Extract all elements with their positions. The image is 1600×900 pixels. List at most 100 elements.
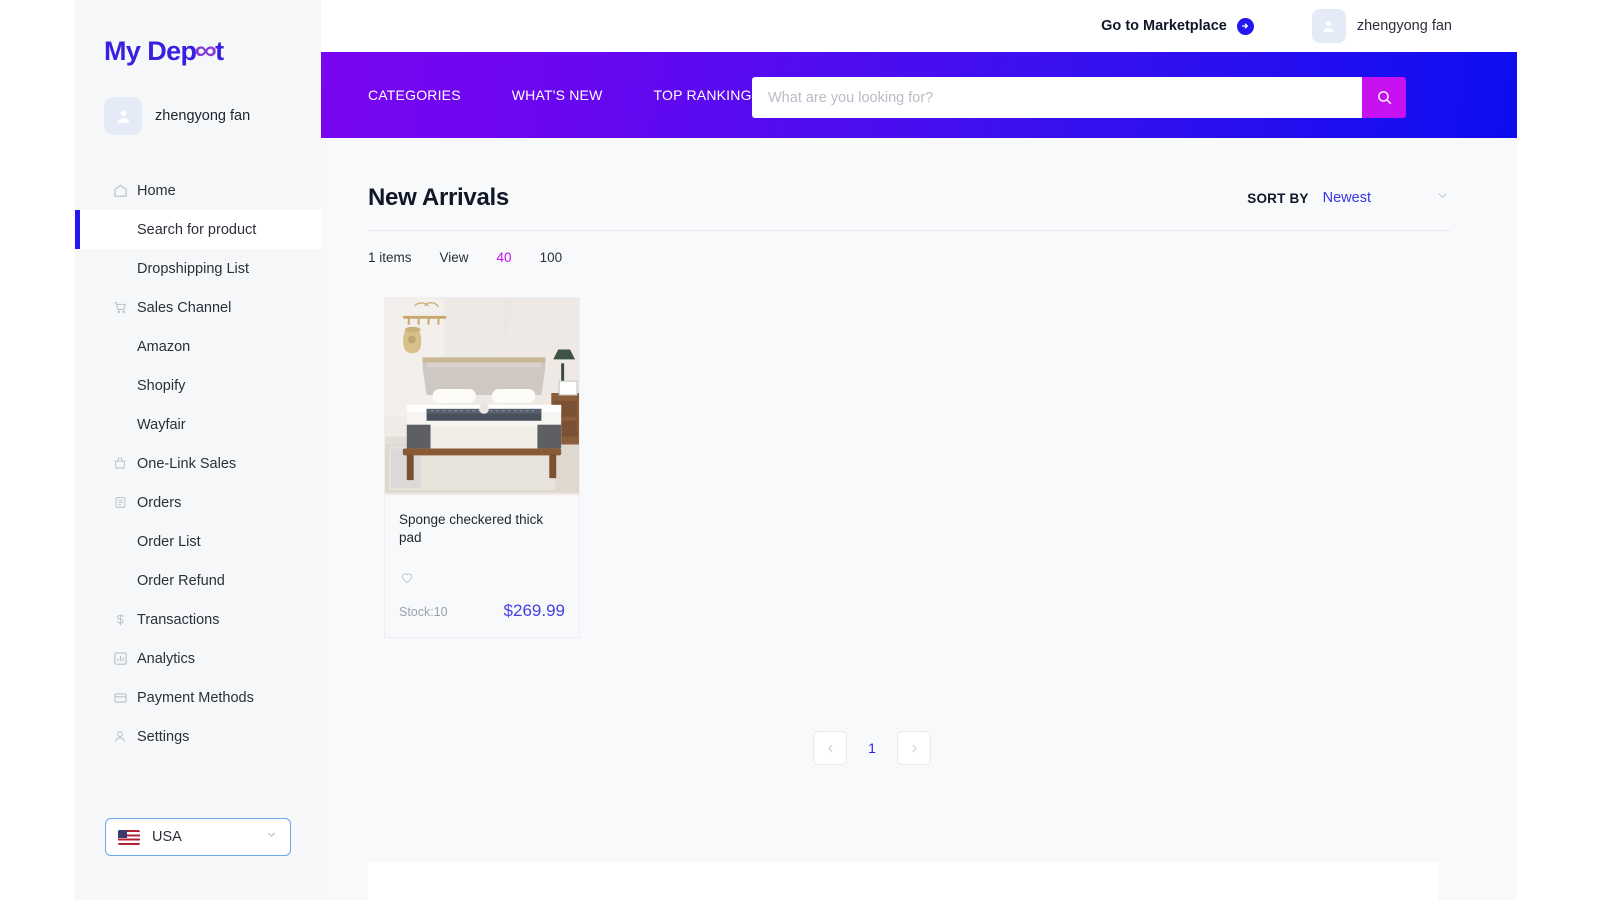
app-logo[interactable]: My Dep ∞ t [104, 35, 321, 67]
results-meta: 1 items View 40 100 [368, 250, 1517, 265]
sidebar-item-order-refund[interactable]: Order Refund [75, 561, 321, 600]
sidebar-item-order-list[interactable]: Order List [75, 522, 321, 561]
sidebar-item-payment-methods[interactable]: Payment Methods [75, 678, 321, 717]
logo-text-part1: My Dep [104, 36, 197, 66]
sidebar-nav: Home Search for product Dropshipping Lis… [75, 171, 321, 756]
product-grid: Sponge checkered thick pad Stock:10 $269… [384, 297, 1517, 638]
top-bar-user[interactable]: zhengyong fan [1311, 9, 1452, 43]
sidebar-item-settings[interactable]: Settings [75, 717, 321, 756]
sidebar-item-label: Payment Methods [137, 689, 254, 706]
search-bar [752, 77, 1406, 118]
sidebar-item-label: Sales Channel [137, 299, 232, 316]
home-icon [112, 183, 128, 199]
product-title: Sponge checkered thick pad [399, 512, 544, 546]
sidebar-item-orders[interactable]: Orders [75, 483, 321, 522]
sidebar-item-label: Transactions [137, 611, 220, 628]
chevron-left-icon [827, 744, 833, 752]
pagination-prev-button[interactable] [813, 731, 847, 765]
logo-infinity-icon: ∞ [195, 35, 217, 65]
sidebar-item-label: Analytics [137, 650, 196, 667]
sidebar-item-label: Home [137, 182, 176, 199]
nav-link-top-ranking[interactable]: TOP RANKING [654, 87, 752, 103]
country-selector-wrap: USA [75, 818, 321, 856]
view-option-100[interactable]: 100 [540, 250, 563, 265]
bar-chart-icon [112, 651, 128, 667]
sidebar-item-label: Order Refund [137, 572, 225, 589]
chevron-right-icon [911, 744, 917, 752]
sidebar-item-label: One-Link Sales [137, 455, 237, 472]
product-price: $269.99 [503, 601, 565, 620]
bag-icon [112, 456, 128, 472]
page-header: New Arrivals SORT BY Newest [368, 184, 1450, 231]
country-selector[interactable]: USA [105, 818, 291, 856]
top-bar: Go to Marketplace zhengyong fan [321, 0, 1517, 52]
sidebar-item-home[interactable]: Home [75, 171, 321, 210]
sidebar-item-amazon[interactable]: Amazon [75, 327, 321, 366]
page-title: New Arrivals [368, 184, 509, 211]
pagination-next-button[interactable] [897, 731, 931, 765]
bedroom-scene-illustration [385, 298, 579, 493]
arrow-right-circle-icon [1236, 17, 1254, 35]
search-button[interactable] [1362, 77, 1406, 118]
view-option-40[interactable]: 40 [497, 250, 512, 265]
sidebar-user[interactable]: zhengyong fan [104, 97, 321, 135]
product-image [385, 298, 579, 495]
sort-control: SORT BY Newest [1247, 188, 1450, 212]
sidebar-item-shopify[interactable]: Shopify [75, 366, 321, 405]
top-bar-user-name: zhengyong fan [1356, 18, 1452, 34]
sidebar-item-wayfair[interactable]: Wayfair [75, 405, 321, 444]
sidebar-item-dropshipping-list[interactable]: Dropshipping List [75, 249, 321, 288]
avatar [104, 97, 142, 135]
person-icon [112, 729, 128, 745]
sidebar: My Dep ∞ t zhengyong fan Home Search for p… [75, 0, 321, 900]
sidebar-item-label: Orders [137, 494, 182, 511]
chevron-down-icon[interactable] [265, 828, 278, 846]
marketplace-navbar: CATEGORIES WHAT'S NEW TOP RANKING [321, 52, 1517, 138]
user-avatar-icon [1323, 20, 1334, 32]
sidebar-item-label: Search for product [137, 221, 257, 238]
sidebar-item-label: Amazon [137, 338, 191, 355]
search-input[interactable] [752, 77, 1362, 118]
sidebar-item-sales-channel[interactable]: Sales Channel [75, 288, 321, 327]
footer-panel [368, 862, 1438, 900]
sidebar-item-label: Dropshipping List [137, 260, 250, 277]
sidebar-item-transactions[interactable]: Transactions [75, 600, 321, 639]
sidebar-item-label: Settings [137, 728, 190, 745]
sidebar-item-label: Order List [137, 533, 201, 550]
document-icon [112, 495, 128, 511]
sidebar-item-search-for-product[interactable]: Search for product [75, 210, 321, 249]
sidebar-item-one-link-sales[interactable]: One-Link Sales [75, 444, 321, 483]
sort-by-value[interactable]: Newest [1323, 190, 1371, 206]
product-stock: Stock:10 [399, 605, 448, 619]
heart-icon [401, 573, 413, 584]
nav-link-categories[interactable]: CATEGORIES [368, 87, 461, 103]
user-avatar-icon [117, 109, 129, 123]
pagination-page-1[interactable]: 1 [855, 731, 889, 765]
main-content: New Arrivals SORT BY Newest 1 items View… [321, 138, 1517, 900]
sort-by-label: SORT BY [1247, 190, 1309, 206]
app-root: My Dep ∞ t zhengyong fan Home Search for p… [0, 0, 1600, 900]
country-label: USA [152, 829, 182, 845]
cart-icon [112, 300, 128, 316]
item-count: 1 items [368, 250, 412, 265]
go-to-marketplace-button[interactable]: Go to Marketplace [1101, 17, 1254, 35]
chevron-down-icon[interactable] [1435, 188, 1450, 208]
product-card-footer: Stock:10 $269.99 [399, 601, 565, 621]
go-to-marketplace-label: Go to Marketplace [1101, 18, 1227, 34]
avatar [1311, 9, 1346, 43]
us-flag-icon [118, 829, 140, 845]
product-card-body: Sponge checkered thick pad Stock:10 $269… [385, 495, 579, 637]
dollar-icon [112, 612, 128, 628]
product-card[interactable]: Sponge checkered thick pad Stock:10 $269… [384, 297, 580, 638]
pagination: 1 [321, 731, 1470, 765]
nav-link-whats-new[interactable]: WHAT'S NEW [512, 87, 603, 103]
navbar-links: CATEGORIES WHAT'S NEW TOP RANKING [368, 87, 803, 103]
view-label: View [439, 250, 469, 265]
sidebar-item-label: Wayfair [137, 416, 186, 433]
favorite-button[interactable] [399, 570, 565, 590]
search-icon [1377, 91, 1391, 105]
sidebar-item-label: Shopify [137, 377, 186, 394]
credit-card-icon [112, 690, 128, 706]
sidebar-user-name: zhengyong fan [155, 108, 251, 124]
sidebar-item-analytics[interactable]: Analytics [75, 639, 321, 678]
